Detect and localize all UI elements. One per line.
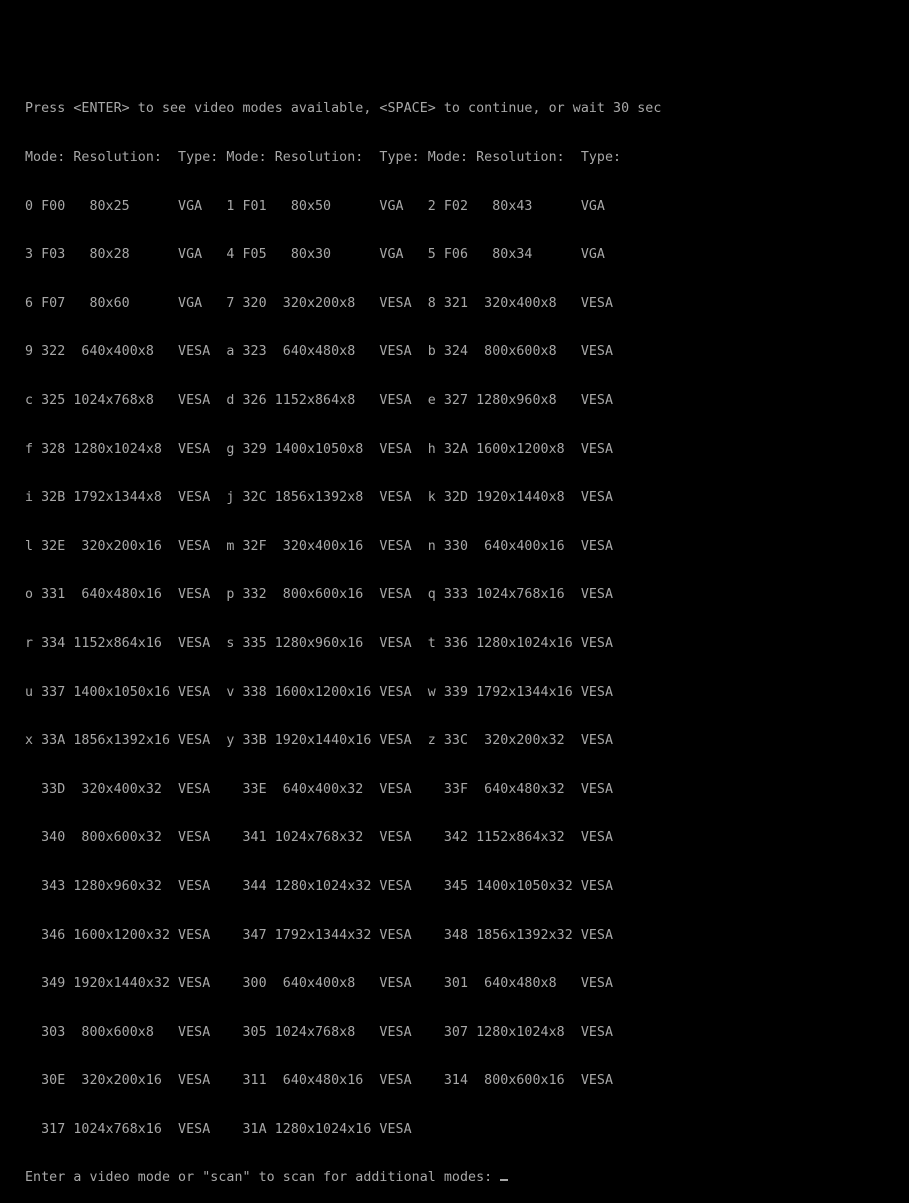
mode-table-row: 33D 320x400x32 VESA 33E 640x400x32 VESA … (25, 781, 614, 797)
mode-table-row: 9 322 640x400x8 VESA a 323 640x480x8 VES… (25, 344, 614, 360)
mode-table-row: c 325 1024x768x8 VESA d 326 1152x864x8 V… (25, 392, 614, 408)
mode-table-row: 30E 320x200x16 VESA 311 640x480x16 VESA … (25, 1073, 614, 1089)
terminal-console: Press <ENTER> to see video modes availab… (25, 69, 661, 1203)
mode-table-row: o 331 640x480x16 VESA p 332 800x600x16 V… (25, 587, 614, 603)
mode-table-row: r 334 1152x864x16 VESA s 335 1280x960x16… (25, 635, 614, 651)
mode-table-row: 0 F00 80x25 VGA 1 F01 80x50 VGA 2 F02 80… (25, 198, 605, 214)
mode-table-row: 346 1600x1200x32 VESA 347 1792x1344x32 V… (25, 927, 614, 943)
mode-table-row: i 32B 1792x1344x8 VESA j 32C 1856x1392x8… (25, 490, 614, 506)
mode-table-row: 317 1024x768x16 VESA 31A 1280x1024x16 VE… (25, 1121, 412, 1137)
mode-table-row: 3 F03 80x28 VGA 4 F05 80x30 VGA 5 F06 80… (25, 247, 605, 263)
mode-table-row: 303 800x600x8 VESA 305 1024x768x8 VESA 3… (25, 1024, 614, 1040)
mode-table-row: u 337 1400x1050x16 VESA v 338 1600x1200x… (25, 684, 614, 700)
mode-table-row: 6 F07 80x60 VGA 7 320 320x200x8 VESA 8 3… (25, 295, 614, 311)
mode-table-row: 349 1920x1440x32 VESA 300 640x400x8 VESA… (25, 976, 614, 992)
text-cursor (500, 1179, 509, 1182)
mode-table-row: f 328 1280x1024x8 VESA g 329 1400x1050x8… (25, 441, 614, 457)
video-mode-input-prompt: Enter a video mode or "scan" to scan for… (25, 1170, 501, 1186)
mode-table-header: Mode: Resolution: Type: Mode: Resolution… (25, 150, 622, 165)
mode-table-row: 343 1280x960x32 VESA 344 1280x1024x32 VE… (25, 878, 614, 894)
boot-prompt-line: Press <ENTER> to see video modes availab… (25, 101, 662, 117)
mode-table-row: l 32E 320x200x16 VESA m 32F 320x400x16 V… (25, 538, 614, 554)
mode-table-row: 340 800x600x32 VESA 341 1024x768x32 VESA… (25, 830, 614, 846)
video-mode-input-line[interactable]: Enter a video mode or "scan" to scan for… (25, 1170, 661, 1186)
mode-table-row: x 33A 1856x1392x16 VESA y 33B 1920x1440x… (25, 733, 614, 749)
